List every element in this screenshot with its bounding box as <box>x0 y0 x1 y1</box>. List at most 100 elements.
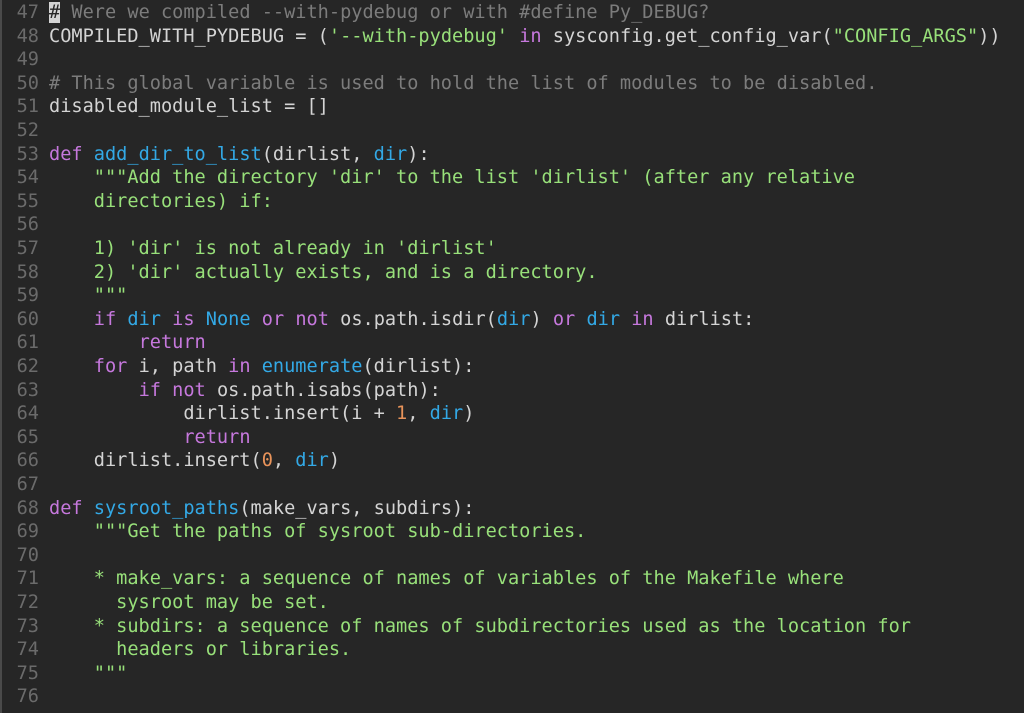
code-text: COMPILED_WITH_PYDEBUG = ('--with-pydebug… <box>49 25 1001 49</box>
token-builtin: None <box>205 308 251 330</box>
token-keyword: if <box>93 308 117 330</box>
code-line[interactable]: 57 1) 'dir' is not already in 'dirlist' <box>2 237 497 261</box>
line-number: 69 <box>16 521 39 543</box>
line-number: 62 <box>16 356 39 377</box>
code-text: disabled_module_list = [] <box>49 95 329 119</box>
code-text: 1) 'dir' is not already in 'dirlist' <box>49 237 497 261</box>
code-line[interactable]: 72 sysroot may be set. <box>2 591 329 615</box>
token-string: """ <box>49 285 128 307</box>
code-line[interactable]: 76 <box>2 685 49 709</box>
code-line[interactable]: 52 <box>2 119 49 143</box>
code-line[interactable]: 64 dirlist.insert(i + 1, dir) <box>2 402 475 426</box>
token-keyword: not <box>295 308 329 330</box>
token-plain: disabled_module_list = [] <box>49 96 329 118</box>
code-line[interactable]: 59 """ <box>2 284 128 308</box>
code-line[interactable]: 66 dirlist.insert(0, dir) <box>2 449 340 473</box>
token-string: """ <box>49 662 128 684</box>
code-line[interactable]: 70 <box>2 544 49 568</box>
code-line[interactable]: 74 headers or libraries. <box>2 638 352 662</box>
line-number: 72 <box>16 592 39 613</box>
code-line[interactable]: 75 """ <box>2 662 128 686</box>
code-line[interactable]: 49 <box>2 48 49 72</box>
code-line[interactable]: 58 2) 'dir' actually exists, and is a di… <box>2 261 598 285</box>
code-line[interactable]: 51 disabled_module_list = [] <box>2 95 329 119</box>
line-number: 63 <box>16 379 39 401</box>
token-keyword: if <box>138 379 161 401</box>
code-text: if not os.path.isabs(path): <box>49 379 441 403</box>
code-line[interactable]: 55 directories) if: <box>2 190 273 214</box>
token-plain: i, path <box>127 356 229 377</box>
token-keyword: return <box>183 426 251 448</box>
code-line[interactable]: 53 def add_dir_to_list(dirlist, dir): <box>2 143 430 167</box>
token-plain: ) <box>463 403 475 425</box>
token-keyword: not <box>172 379 206 401</box>
code-line[interactable]: 69 """Get the paths of sysroot sub-direc… <box>2 520 587 544</box>
token-number: 0 <box>261 450 273 472</box>
line-number: 60 <box>16 308 39 330</box>
code-text: return <box>49 331 206 355</box>
code-line[interactable]: 67 <box>2 473 49 497</box>
token-plain: COMPILED_WITH_PYDEBUG = ( <box>49 25 329 47</box>
line-number: 76 <box>16 686 39 708</box>
code-line[interactable]: 60 if dir is None or not os.path.isdir(d… <box>2 308 755 332</box>
token-number: 1 <box>396 403 408 425</box>
code-line[interactable]: 47 # Were we compiled --with-pydebug or w… <box>2 1 709 25</box>
token-plain: ) <box>530 308 553 330</box>
code-line[interactable]: 54 """Add the directory 'dir' to the lis… <box>2 166 855 190</box>
code-line[interactable]: 61 return <box>2 331 206 355</box>
line-number: 71 <box>16 568 39 590</box>
code-line[interactable]: 48 COMPILED_WITH_PYDEBUG = ('--with-pydeb… <box>2 25 1001 49</box>
token-string: 1) 'dir' is not already in 'dirlist' <box>49 238 497 259</box>
code-line[interactable]: 56 <box>2 213 49 237</box>
code-line[interactable]: 50 # This global variable is used to hold… <box>2 72 878 96</box>
line-number: 75 <box>16 662 39 684</box>
token-plain: os.path.isabs(path): <box>205 379 441 401</box>
token-builtin: dir <box>373 143 408 165</box>
line-number: 67 <box>16 474 39 495</box>
token-comment: Were we compiled --with-pydebug or with … <box>60 2 710 23</box>
token-comment: # This global variable is used to hold t… <box>49 72 878 94</box>
token-keyword: or <box>552 308 576 330</box>
code-line[interactable]: 68 def sysroot_paths(make_vars, subdirs): <box>2 497 475 521</box>
line-number: 52 <box>16 120 39 141</box>
code-text: for i, path in enumerate(dirlist): <box>49 355 475 379</box>
code-line[interactable]: 71 * make_vars: a sequence of names of v… <box>2 567 844 591</box>
code-line[interactable]: 62 for i, path in enumerate(dirlist): <box>2 355 475 379</box>
token-builtin: dir <box>429 403 464 425</box>
token-keyword: def <box>49 497 83 519</box>
token-keyword: in <box>228 356 251 377</box>
token-plain: ): <box>407 143 430 165</box>
code-text: # Were we compiled --with-pydebug or wit… <box>49 1 709 25</box>
token-builtin: enumerate <box>261 356 363 377</box>
line-number: 55 <box>16 190 39 212</box>
token-plain: )) <box>978 25 1001 47</box>
code-text: headers or libraries. <box>49 638 351 662</box>
token-builtin: dir <box>127 308 161 330</box>
line-number: 58 <box>16 261 39 283</box>
code-line[interactable]: 65 return <box>2 426 251 450</box>
code-text: """ <box>49 284 128 308</box>
token-keyword: in <box>631 308 654 330</box>
code-text: if dir is None or not os.path.isdir(dir)… <box>49 308 755 332</box>
code-line[interactable]: 63 if not os.path.isabs(path): <box>2 379 441 403</box>
line-number: 70 <box>16 544 39 566</box>
token-string: """Add the directory 'dir' to the list '… <box>93 167 855 189</box>
code-text: directories) if: <box>49 190 273 214</box>
token-plain: dirlist.insert(i + <box>49 403 397 425</box>
code-line[interactable]: 73 * subdirs: a sequence of names of sub… <box>2 615 911 639</box>
code-editor[interactable]: 47 # Were we compiled --with-pydebug or w… <box>0 0 1024 713</box>
line-number: 68 <box>16 497 39 519</box>
token-string: 2) 'dir' actually exists, and is a direc… <box>49 261 598 283</box>
token-plain: ) <box>328 450 341 472</box>
token-keyword: return <box>138 332 206 354</box>
